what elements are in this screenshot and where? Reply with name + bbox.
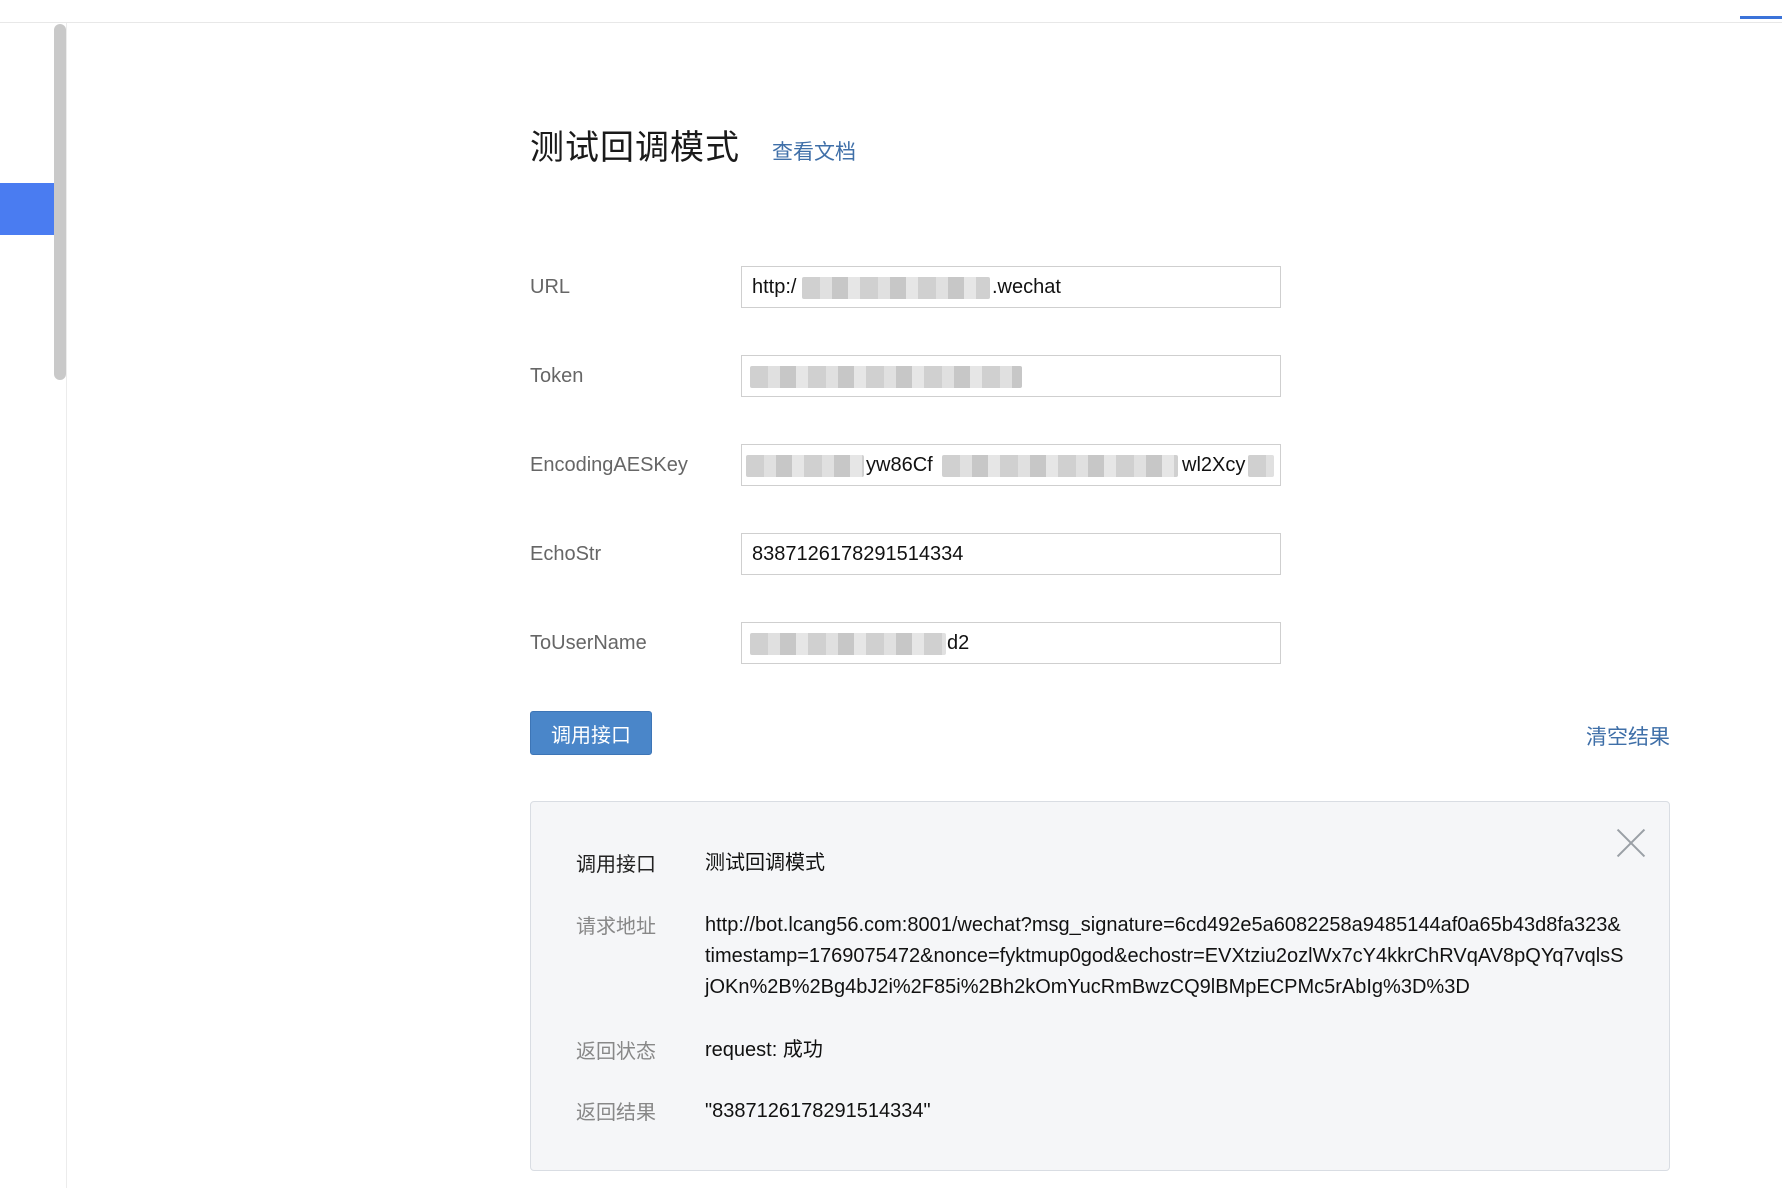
echostr-input[interactable]: 8387126178291514334 [741, 533, 1281, 575]
page-header: 测试回调模式 查看文档 [530, 120, 1670, 169]
result-status-value: request: 成功 [705, 1039, 823, 1061]
result-status-label: 返回状态 [576, 1041, 656, 1063]
echostr-row: EchoStr 8387126178291514334 [530, 533, 1670, 622]
top-tab-indicator [1740, 16, 1782, 19]
url-value-end: .wechat [992, 276, 1061, 298]
clear-results-link[interactable]: 清空结果 [1586, 721, 1670, 751]
to-user-value-end: d2 [947, 632, 970, 654]
actions-bar: 调用接口 清空结果 [530, 711, 1670, 755]
url-label: URL [530, 276, 571, 298]
url-value-start: http:/ [752, 276, 797, 298]
aes-key-label: EncodingAESKey [530, 454, 688, 476]
redacted-blur [750, 366, 1022, 388]
token-input[interactable] [741, 355, 1281, 397]
page-title: 测试回调模式 [530, 129, 740, 167]
token-row: Token [530, 355, 1670, 444]
url-row: URL http:/ .wechat [530, 266, 1670, 355]
sidebar-item-active[interactable] [0, 183, 54, 235]
to-user-label: ToUserName [530, 632, 647, 654]
aes-key-value-end: wl2Xcy [1182, 454, 1246, 476]
redacted-blur [802, 277, 990, 299]
aes-key-row: EncodingAESKey yw86Cf wl2Xcy [530, 444, 1670, 533]
token-label: Token [530, 365, 584, 387]
result-url-value: http://bot.lcang56.com:8001/wechat?msg_s… [705, 914, 1624, 998]
callback-form: URL http:/ .wechat Token EncodingAESKey … [530, 266, 1670, 711]
echostr-label: EchoStr [530, 543, 602, 565]
echostr-value: 8387126178291514334 [752, 543, 964, 565]
sidebar-scrollbar[interactable] [54, 24, 66, 380]
result-api-value: 测试回调模式 [705, 852, 825, 874]
result-return-value: "8387126178291514334" [705, 1100, 931, 1122]
aes-key-value-mid: yw86Cf [866, 454, 933, 476]
top-bar [0, 0, 1782, 23]
result-url-label: 请求地址 [576, 916, 656, 938]
main-content: 测试回调模式 查看文档 URL http:/ .wechat Token Enc… [530, 120, 1670, 1171]
redacted-blur [746, 455, 864, 477]
redacted-blur [750, 633, 946, 655]
result-return-label: 返回结果 [576, 1102, 656, 1124]
redacted-blur [942, 455, 1178, 477]
url-input[interactable]: http:/ .wechat [741, 266, 1281, 308]
to-user-row: ToUserName d2 [530, 622, 1670, 711]
to-user-input[interactable]: d2 [741, 622, 1281, 664]
view-docs-link[interactable]: 查看文档 [772, 136, 856, 166]
redacted-blur [1248, 455, 1274, 477]
call-api-button[interactable]: 调用接口 [530, 711, 652, 755]
result-api-label: 调用接口 [576, 854, 656, 876]
result-panel: 调用接口 测试回调模式 请求地址 http://bot.lcang56.com:… [530, 801, 1670, 1171]
aes-key-input[interactable]: yw86Cf wl2Xcy [741, 444, 1281, 486]
